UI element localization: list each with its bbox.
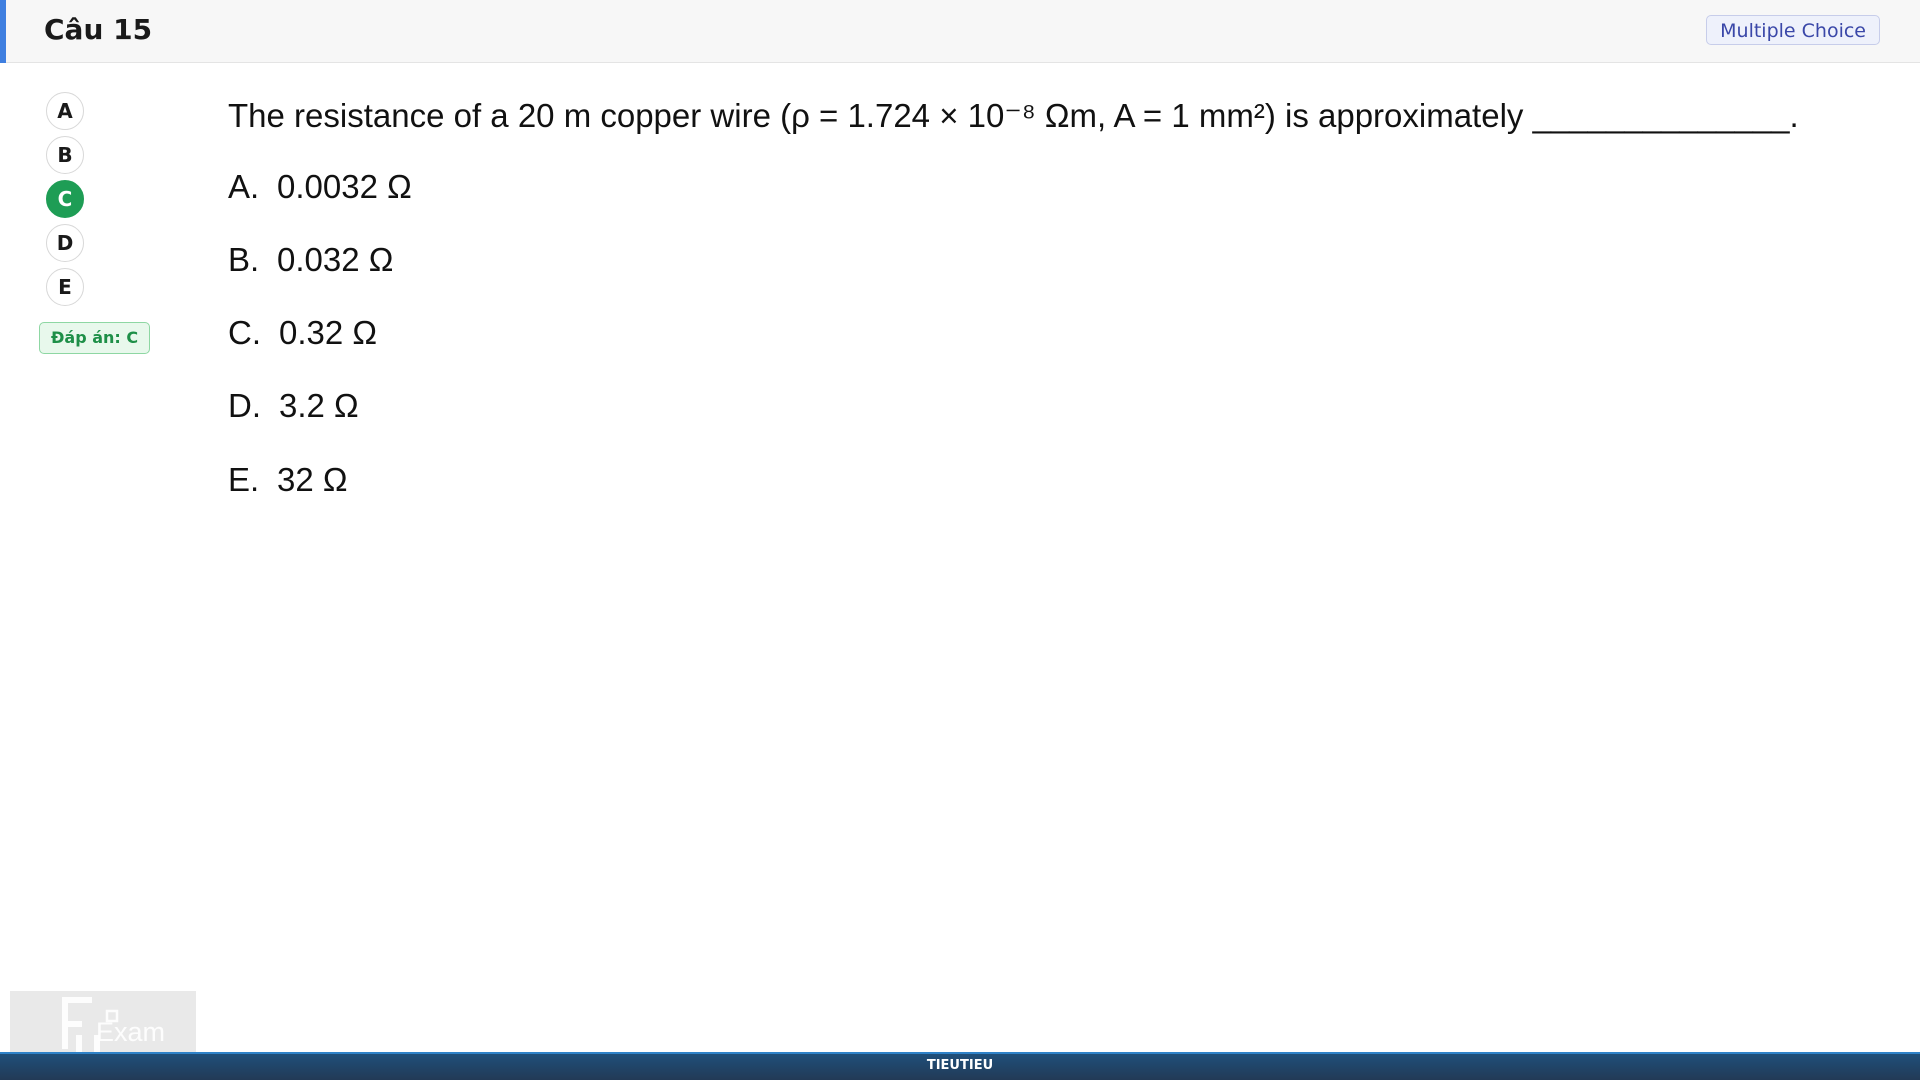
option-letter: B. (228, 241, 260, 278)
choice-button-c[interactable]: C (46, 180, 84, 218)
footer-text: TIEUTIEU (926, 1058, 994, 1073)
header-accent-bar (0, 0, 6, 63)
option-b: B. 0.032 Ω (228, 238, 393, 282)
choice-button-b[interactable]: B (46, 136, 84, 174)
option-text: 0.032 Ω (277, 241, 394, 278)
choice-button-e[interactable]: E (46, 268, 84, 306)
option-text: 3.2 Ω (279, 387, 359, 424)
option-letter: A. (228, 168, 260, 205)
answer-key-badge: Đáp án: C (39, 322, 151, 354)
option-letter: C. (228, 314, 261, 351)
question-number-title: Câu 15 (44, 13, 153, 46)
question-type-badge: Multiple Choice (1706, 15, 1880, 45)
option-letter: D. (228, 387, 261, 424)
option-d: D. 3.2 Ω (228, 384, 359, 428)
footer-bar: TIEUTIEU (0, 1052, 1920, 1080)
question-header: Câu 15 Multiple Choice (0, 0, 1920, 63)
question-text: The resistance of a 20 m copper wire (ρ … (228, 97, 1799, 134)
option-text: 32 Ω (277, 461, 348, 498)
option-text: 0.32 Ω (279, 314, 378, 351)
logo-text: Exam (96, 1017, 166, 1047)
choice-button-a[interactable]: A (46, 92, 84, 130)
option-text: 0.0032 Ω (277, 168, 412, 205)
option-a: A. 0.0032 Ω (228, 165, 412, 209)
option-e: E. 32 Ω (228, 458, 348, 502)
choice-button-d[interactable]: D (46, 224, 84, 262)
option-letter: E. (228, 461, 260, 498)
question-content: The resistance of a 20 m copper wire (ρ … (228, 92, 1848, 498)
option-c: C. 0.32 Ω (228, 311, 377, 355)
